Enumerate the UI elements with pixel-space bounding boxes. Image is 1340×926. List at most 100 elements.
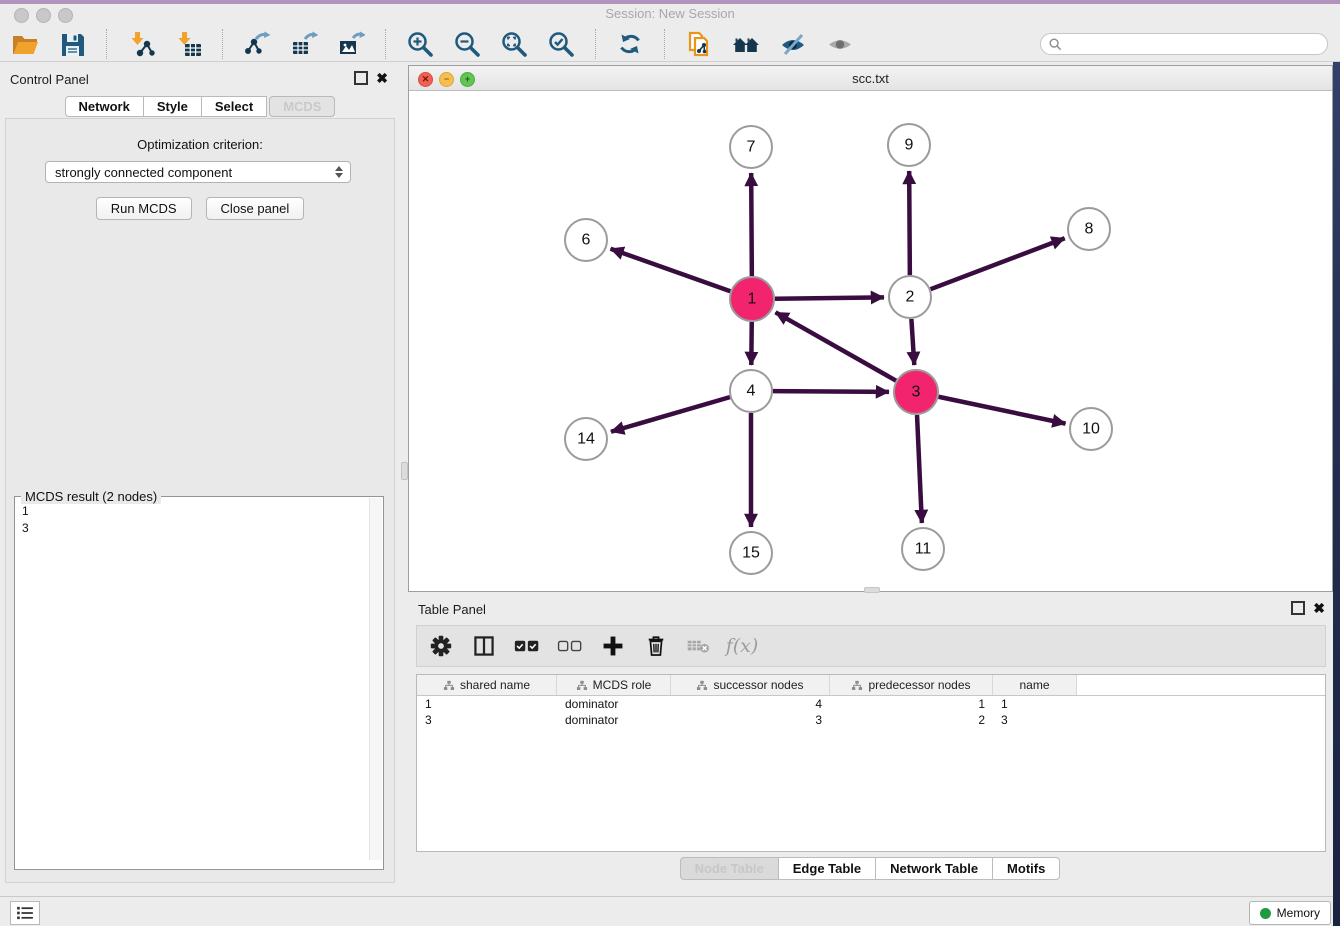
close-panel-icon[interactable]: ✖ — [1313, 603, 1325, 613]
graph-edge-2-9[interactable] — [909, 171, 910, 275]
deselect-all-checkboxes-icon[interactable] — [556, 632, 584, 660]
cell-shared-name[interactable]: 3 — [417, 713, 557, 727]
cell-MCDS-role[interactable]: dominator — [557, 713, 671, 727]
toolbar-separator — [595, 29, 596, 59]
graph-node-9[interactable]: 9 — [888, 124, 930, 166]
network-scroll-handle[interactable] — [864, 587, 880, 593]
zoom-in-icon[interactable] — [405, 29, 435, 59]
graph-edge-3-1[interactable] — [775, 312, 896, 380]
save-session-icon[interactable] — [57, 29, 87, 59]
graph-edge-3-11[interactable] — [917, 415, 922, 523]
graph-node-15[interactable]: 15 — [730, 532, 772, 574]
toolbar-separator — [222, 29, 223, 59]
open-folder-icon[interactable] — [10, 29, 40, 59]
tab-select[interactable]: Select — [201, 96, 267, 117]
tab-network-table[interactable]: Network Table — [875, 857, 993, 880]
zoom-selected-icon[interactable] — [546, 29, 576, 59]
column-header-successor-nodes[interactable]: successor nodes — [671, 675, 830, 695]
optimization-criterion-select[interactable]: strongly connected component — [45, 161, 351, 183]
vertical-splitter[interactable] — [400, 62, 408, 896]
graph-node-3[interactable]: 3 — [894, 370, 938, 414]
graph-node-1[interactable]: 1 — [730, 277, 774, 321]
control-panel-tabbar: NetworkStyleSelectMCDS — [0, 96, 400, 117]
graph-edge-3-10[interactable] — [939, 397, 1066, 424]
tab-mcds[interactable]: MCDS — [269, 96, 335, 117]
table-row[interactable]: 3dominator323 — [417, 712, 1325, 728]
graph-edge-4-14[interactable] — [611, 397, 730, 432]
table-settings-gear-icon[interactable] — [427, 632, 455, 660]
search-field[interactable] — [1040, 33, 1328, 55]
search-input[interactable] — [1067, 36, 1327, 52]
graph-edge-1-2[interactable] — [775, 297, 884, 298]
mcds-buttons-row: Run MCDS Close panel — [6, 197, 394, 220]
graph-node-8[interactable]: 8 — [1068, 208, 1110, 250]
splitter-handle[interactable] — [401, 462, 408, 480]
add-column-plus-icon[interactable] — [599, 632, 627, 660]
delete-table-icon[interactable] — [685, 632, 713, 660]
graph-node-2[interactable]: 2 — [889, 276, 931, 318]
first-neighbors-icon[interactable] — [684, 29, 714, 59]
run-mcds-button[interactable]: Run MCDS — [96, 197, 192, 220]
tab-node-table[interactable]: Node Table — [680, 857, 779, 880]
graph-node-11[interactable]: 11 — [902, 528, 944, 570]
close-panel-button[interactable]: Close panel — [206, 197, 305, 220]
graph-edge-2-3[interactable] — [911, 319, 914, 365]
float-panel-icon[interactable] — [1291, 601, 1305, 615]
graph-node-14[interactable]: 14 — [565, 418, 607, 460]
memory-button[interactable]: Memory — [1249, 901, 1331, 925]
cell-name[interactable]: 1 — [993, 697, 1077, 711]
cell-successor-nodes[interactable]: 4 — [671, 697, 830, 711]
task-history-button[interactable] — [10, 901, 40, 925]
column-header-MCDS-role[interactable]: MCDS role — [557, 675, 671, 695]
cell-MCDS-role[interactable]: dominator — [557, 697, 671, 711]
graph-edge-4-3[interactable] — [773, 391, 889, 392]
table-row[interactable]: 1dominator411 — [417, 696, 1325, 712]
control-panel-title: Control Panel — [10, 72, 89, 87]
tab-style[interactable]: Style — [143, 96, 202, 117]
export-network-icon[interactable] — [242, 29, 272, 59]
zoom-fit-icon[interactable] — [499, 29, 529, 59]
graph-edge-1-6[interactable] — [610, 249, 730, 292]
graph-edge-1-7[interactable] — [751, 173, 752, 276]
column-header-predecessor-nodes[interactable]: predecessor nodes — [830, 675, 993, 695]
optimization-criterion-value: strongly connected component — [55, 165, 232, 180]
function-builder-icon[interactable]: f(x) — [728, 632, 756, 660]
select-all-checkboxes-icon[interactable] — [513, 632, 541, 660]
column-header-shared-name[interactable]: shared name — [417, 675, 557, 695]
graph-node-6[interactable]: 6 — [565, 219, 607, 261]
export-table-icon[interactable] — [289, 29, 319, 59]
import-table-icon[interactable] — [173, 29, 203, 59]
control-panel: Control Panel ✖ NetworkStyleSelectMCDS O… — [0, 62, 400, 896]
graph-node-7[interactable]: 7 — [730, 126, 772, 168]
network-graph-canvas[interactable]: 7 9 6 8 1 2 4 3 14 10 15 11 — [409, 91, 1332, 591]
refresh-layout-icon[interactable] — [615, 29, 645, 59]
hide-selected-eye-icon[interactable] — [778, 29, 808, 59]
column-header-name[interactable]: name — [993, 675, 1077, 695]
export-image-icon[interactable] — [336, 29, 366, 59]
cell-predecessor-nodes[interactable]: 2 — [830, 713, 993, 727]
home-layout-icon[interactable] — [731, 29, 761, 59]
tab-network[interactable]: Network — [65, 96, 144, 117]
svg-text:10: 10 — [1082, 421, 1100, 438]
zoom-out-icon[interactable] — [452, 29, 482, 59]
cell-shared-name[interactable]: 1 — [417, 697, 557, 711]
cell-name[interactable]: 3 — [993, 713, 1077, 727]
tab-motifs[interactable]: Motifs — [992, 857, 1060, 880]
cell-successor-nodes[interactable]: 3 — [671, 713, 830, 727]
graph-node-10[interactable]: 10 — [1070, 408, 1112, 450]
tab-edge-table[interactable]: Edge Table — [778, 857, 876, 880]
result-scrollbar[interactable] — [369, 498, 382, 860]
mcds-panel-body: Optimization criterion: strongly connect… — [5, 118, 395, 883]
delete-column-trash-icon[interactable] — [642, 632, 670, 660]
import-network-icon[interactable] — [126, 29, 156, 59]
graph-node-4[interactable]: 4 — [730, 370, 772, 412]
float-panel-icon[interactable] — [354, 71, 368, 85]
close-panel-icon[interactable]: ✖ — [376, 73, 388, 83]
show-all-eye-icon[interactable] — [825, 29, 855, 59]
split-table-view-icon[interactable] — [470, 632, 498, 660]
network-window-titlebar[interactable]: ✕ − + scc.txt — [409, 66, 1332, 91]
column-header-label: successor nodes — [713, 678, 803, 692]
node-table[interactable]: shared nameMCDS role successor nodes prede… — [416, 674, 1326, 852]
cell-predecessor-nodes[interactable]: 1 — [830, 697, 993, 711]
graph-edge-2-8[interactable] — [931, 238, 1065, 289]
